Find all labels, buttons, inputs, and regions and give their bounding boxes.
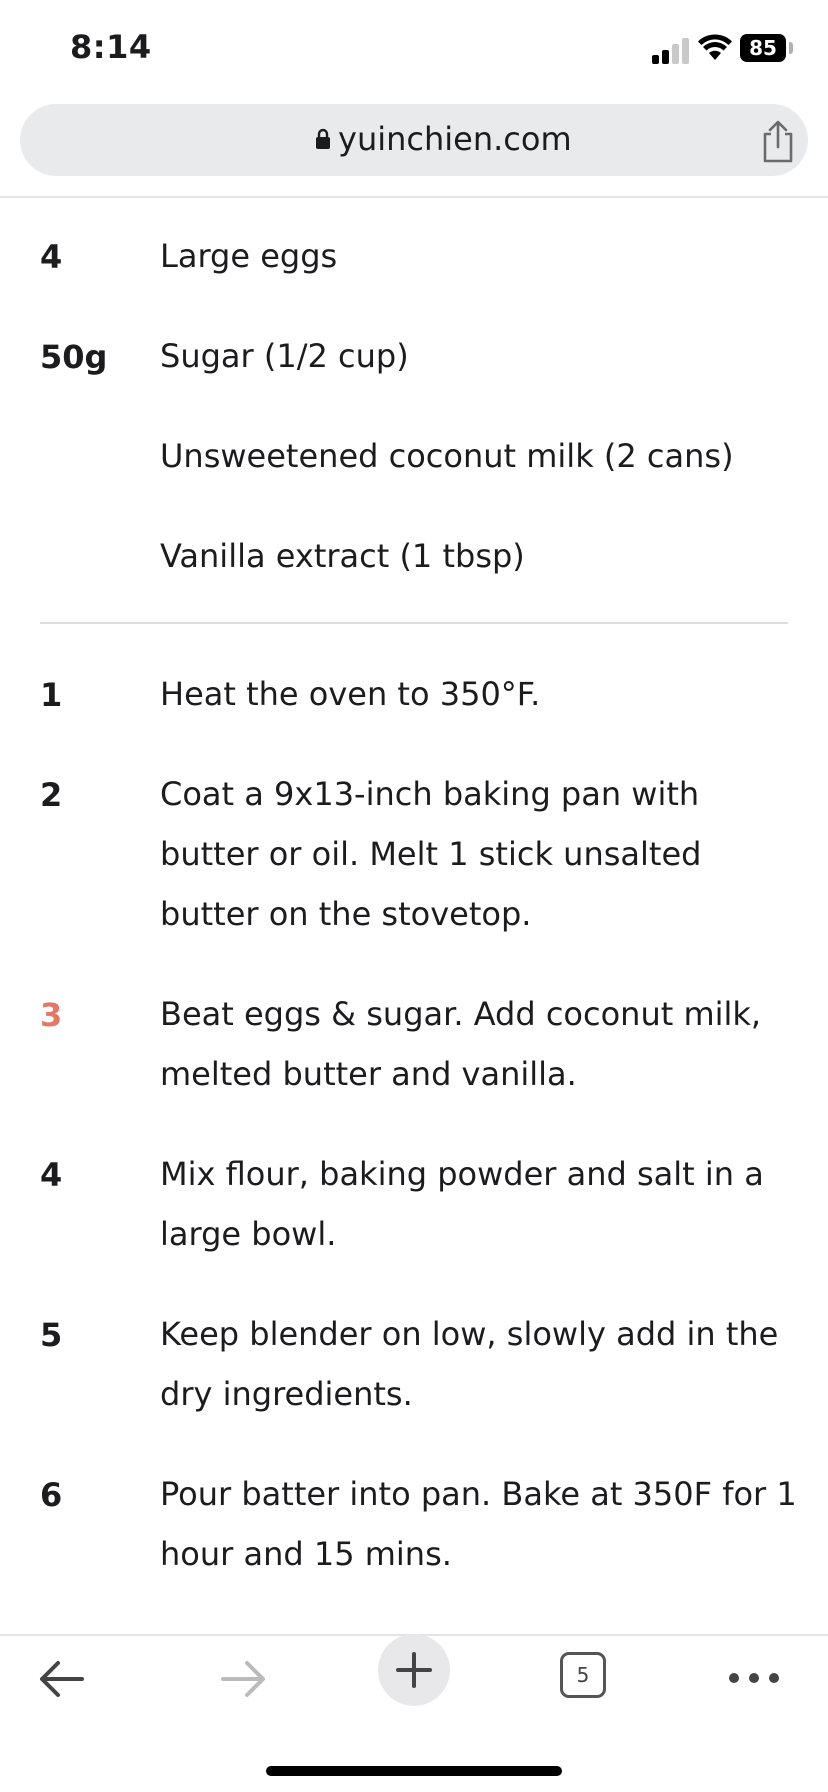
step-text: Heat the oven to 350°F. bbox=[160, 675, 541, 713]
tab-count: 5 bbox=[576, 1663, 590, 1687]
cellular-signal-icon bbox=[652, 38, 692, 64]
step-text: Beat eggs & sugar. Add coconut milk, mel… bbox=[160, 995, 762, 1093]
ingredient-name: Large eggs bbox=[160, 237, 338, 275]
header-divider bbox=[0, 196, 828, 198]
step-text: Mix flour, baking powder and salt in a l… bbox=[160, 1155, 764, 1253]
ingredient-name: Sugar (1/2 cup) bbox=[160, 337, 409, 375]
section-divider bbox=[40, 622, 788, 624]
new-tab-plus-icon[interactable] bbox=[378, 1634, 450, 1706]
step-text: Coat a 9x13-inch baking pan with butter … bbox=[160, 775, 702, 933]
share-icon[interactable] bbox=[758, 120, 798, 164]
lock-icon bbox=[316, 128, 330, 149]
step-number: 2 bbox=[40, 776, 63, 814]
step-number: 1 bbox=[40, 676, 63, 714]
step-text: Pour batter into pan. Bake at 350F for 1… bbox=[160, 1475, 797, 1573]
home-indicator[interactable] bbox=[266, 1766, 562, 1776]
step-number: 5 bbox=[40, 1316, 63, 1354]
wifi-icon bbox=[698, 34, 732, 60]
tab-switcher-button[interactable]: 5 bbox=[560, 1652, 606, 1698]
step-text: Keep blender on low, slowly add in the d… bbox=[160, 1315, 779, 1413]
ingredient-qty: 4 bbox=[40, 238, 63, 276]
ingredient-name: Vanilla extract (1 tbsp) bbox=[160, 537, 525, 575]
battery-icon: 85 bbox=[740, 34, 786, 62]
status-bar: 8:14 85 bbox=[0, 0, 828, 100]
step-number: 4 bbox=[40, 1156, 63, 1194]
back-arrow-icon[interactable] bbox=[30, 1636, 100, 1722]
ingredient-qty: 50g bbox=[40, 338, 108, 376]
battery-level: 85 bbox=[749, 36, 777, 60]
ingredient-name: Unsweetened coconut milk (2 cans) bbox=[160, 437, 734, 475]
forward-arrow-icon[interactable] bbox=[205, 1636, 275, 1722]
status-time: 8:14 bbox=[70, 28, 152, 66]
step-number-active: 3 bbox=[40, 996, 63, 1034]
step-number: 6 bbox=[40, 1476, 63, 1514]
more-options-icon[interactable] bbox=[724, 1636, 784, 1722]
battery-cap bbox=[789, 42, 793, 54]
address-bar[interactable]: yuinchien.com bbox=[20, 104, 808, 176]
url-text: yuinchien.com bbox=[338, 120, 572, 158]
